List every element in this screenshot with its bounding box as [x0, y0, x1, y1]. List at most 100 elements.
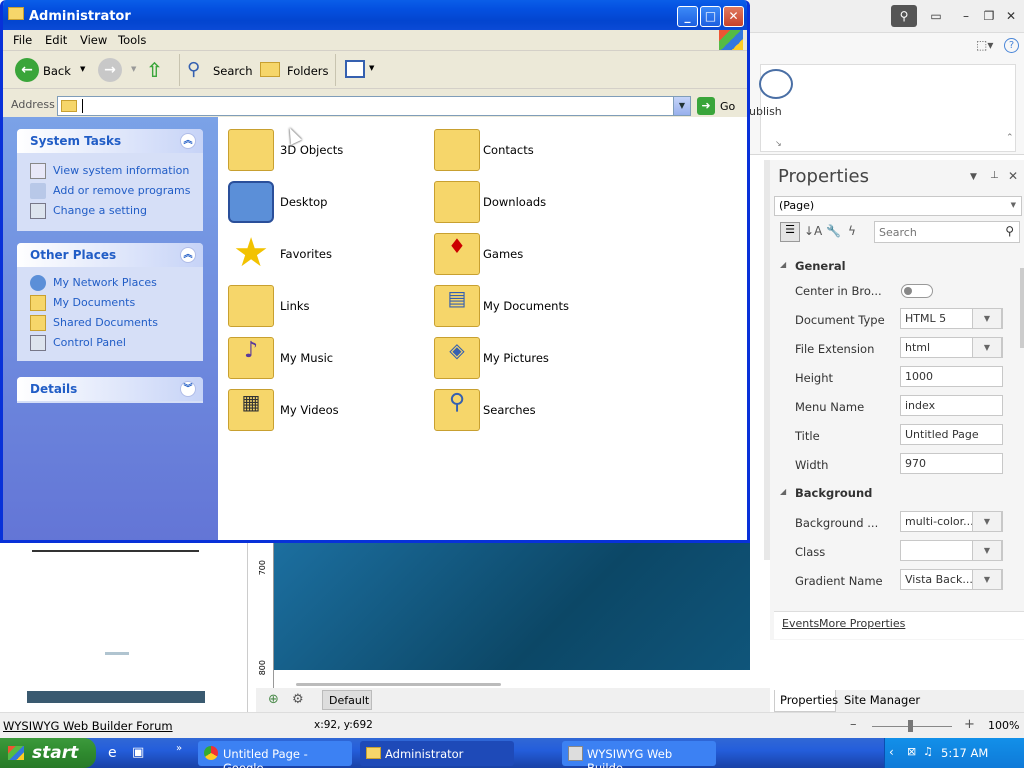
folders-button[interactable]: Folders — [257, 56, 329, 84]
categorized-icon[interactable]: ☰ — [780, 222, 800, 242]
menu-edit[interactable]: Edit — [45, 33, 67, 47]
chevron-down-icon[interactable]: ▼ — [131, 65, 136, 73]
volume-icon[interactable]: ♫ — [923, 745, 933, 758]
chevron-down-icon[interactable]: ▼ — [80, 65, 85, 73]
scrollbar[interactable] — [1020, 268, 1024, 348]
up-folder-button[interactable]: ⇧ — [146, 58, 170, 82]
ie-icon[interactable]: e — [108, 745, 117, 761]
ribbon-collapse-icon[interactable]: ⌃ — [1006, 133, 1014, 143]
dropdown-icon[interactable]: ▼ — [972, 308, 1002, 329]
menu-tools[interactable]: Tools — [118, 33, 146, 47]
network-icon[interactable]: ⊠ — [907, 745, 916, 758]
zoom-slider[interactable] — [872, 720, 952, 732]
other-places-header[interactable]: Other Places ︽ — [17, 243, 203, 267]
folder-my-videos[interactable]: ▦ My Videos — [228, 383, 428, 435]
wrench-icon[interactable]: 🔧 — [826, 224, 841, 238]
folder-favorites[interactable]: ★ Favorites — [228, 227, 428, 279]
toggle-switch[interactable] — [901, 284, 933, 298]
task-administrator[interactable]: Administrator — [360, 741, 514, 766]
maximize-button[interactable]: □ — [700, 6, 721, 27]
folder-my-pictures[interactable]: ◈ My Pictures — [434, 331, 634, 383]
close-icon[interactable]: ✕ — [998, 5, 1024, 27]
folder-3d-objects[interactable]: 3D Objects — [228, 123, 428, 175]
folder-downloads[interactable]: Downloads — [434, 175, 634, 227]
back-button[interactable]: ← Back ▼ — [11, 56, 91, 84]
forum-link[interactable]: WYSIWYG Web Builder Forum — [3, 719, 173, 733]
prop-value[interactable]: index — [900, 395, 1003, 416]
events-link[interactable]: Events — [782, 617, 819, 630]
place-shared-documents[interactable]: Shared Documents — [17, 313, 203, 333]
publish-label[interactable]: ublish — [749, 105, 782, 118]
address-field[interactable]: ▼ — [57, 96, 691, 116]
task-change-setting[interactable]: Change a setting — [17, 201, 203, 221]
prop-value[interactable]: 970 — [900, 453, 1003, 474]
more-properties-link[interactable]: More Properties — [819, 617, 905, 630]
object-selector[interactable]: (Page) ▼ — [774, 196, 1022, 216]
tray-expand-icon[interactable]: ‹ — [889, 745, 894, 759]
folder-my-documents[interactable]: ▤ My Documents — [434, 279, 634, 331]
folder-games[interactable]: ♦ Games — [434, 227, 634, 279]
start-button[interactable]: start — [0, 738, 96, 768]
dropdown-icon[interactable]: ▼ — [972, 511, 1002, 532]
section-general[interactable]: ◢ General — [770, 255, 1024, 279]
tab-default[interactable]: Default — [322, 690, 372, 710]
folder-searches[interactable]: ⚲ Searches — [434, 383, 634, 435]
ribbon-launcher-icon[interactable]: ↘ — [775, 139, 782, 148]
forward-button[interactable]: → — [98, 58, 122, 82]
zoom-out-icon[interactable]: – — [850, 717, 857, 732]
collapse-icon[interactable]: ︽ — [180, 247, 196, 263]
add-page-icon[interactable]: ⊕ — [268, 692, 279, 707]
title-bar[interactable]: Administrator _ □ ✕ — [3, 0, 747, 30]
show-desktop-icon[interactable]: ▣ — [132, 745, 144, 760]
section-background[interactable]: ◢ Background — [770, 482, 1024, 506]
task-view-system-info[interactable]: View system information — [17, 161, 203, 181]
prop-value[interactable]: 1000 — [900, 366, 1003, 387]
splitter[interactable] — [764, 160, 770, 560]
prop-value[interactable]: Untitled Page — [900, 424, 1003, 445]
place-my-documents[interactable]: My Documents — [17, 293, 203, 313]
views-button[interactable]: ▼ — [343, 59, 377, 81]
panel-close-icon[interactable]: ✕ — [1008, 169, 1018, 183]
tab-properties[interactable]: Properties — [774, 690, 838, 712]
folder-contacts[interactable]: Contacts — [434, 123, 634, 175]
lightning-icon[interactable]: ϟ — [848, 224, 856, 238]
zoom-in-icon[interactable]: + — [964, 717, 975, 732]
place-network[interactable]: My Network Places — [17, 273, 203, 293]
expand-icon[interactable]: ︾ — [180, 381, 196, 397]
task-wysiwyg[interactable]: WYSIWYG Web Builde... — [562, 741, 716, 775]
folder-links[interactable]: Links — [228, 279, 428, 331]
sort-az-icon[interactable]: ↓A — [804, 224, 822, 238]
system-tasks-header[interactable]: System Tasks ︽ — [17, 129, 203, 153]
window-layout-icon[interactable]: ▭ — [923, 5, 949, 27]
details-header[interactable]: Details ︾ — [17, 377, 203, 401]
design-canvas[interactable] — [274, 542, 750, 670]
tab-site-manager[interactable]: Site Manager — [844, 693, 920, 707]
dropdown-icon[interactable]: ▼ — [972, 569, 1002, 590]
help-icon[interactable]: ? — [1004, 38, 1019, 53]
close-button[interactable]: ✕ — [723, 6, 744, 27]
dropdown-icon[interactable]: ▼ — [972, 337, 1002, 358]
panel-menu-icon[interactable]: ▼ — [970, 172, 977, 182]
dropdown-icon[interactable]: ▼ — [972, 540, 1002, 561]
chevron-down-icon[interactable]: ▼ — [673, 97, 690, 115]
display-icon[interactable]: ⬚▾ — [976, 38, 993, 52]
quicklaunch-more-icon[interactable]: » — [176, 743, 182, 754]
menu-view[interactable]: View — [80, 33, 107, 47]
pin-icon[interactable]: ⊥ — [990, 170, 999, 181]
search-icon[interactable]: ⚲ — [891, 5, 917, 27]
go-button[interactable]: ➜ Go — [697, 96, 743, 116]
folder-my-music[interactable]: ♪ My Music — [228, 331, 428, 383]
page-settings-icon[interactable]: ⚙ — [292, 692, 304, 707]
horizontal-scrollbar[interactable] — [296, 683, 501, 686]
place-control-panel[interactable]: Control Panel — [17, 333, 203, 353]
task-add-remove-programs[interactable]: Add or remove programs — [17, 181, 203, 201]
folder-desktop[interactable]: Desktop — [228, 175, 428, 227]
property-search-input[interactable] — [879, 223, 997, 241]
collapse-icon[interactable]: ︽ — [180, 133, 196, 149]
minimize-button[interactable]: _ — [677, 6, 698, 27]
task-chrome[interactable]: Untitled Page - Google... — [198, 741, 352, 775]
property-search[interactable]: ⚲ — [874, 221, 1020, 243]
search-button[interactable]: ⚲ Search — [185, 56, 253, 84]
menu-file[interactable]: File — [13, 33, 32, 47]
publish-icon[interactable] — [759, 69, 793, 99]
